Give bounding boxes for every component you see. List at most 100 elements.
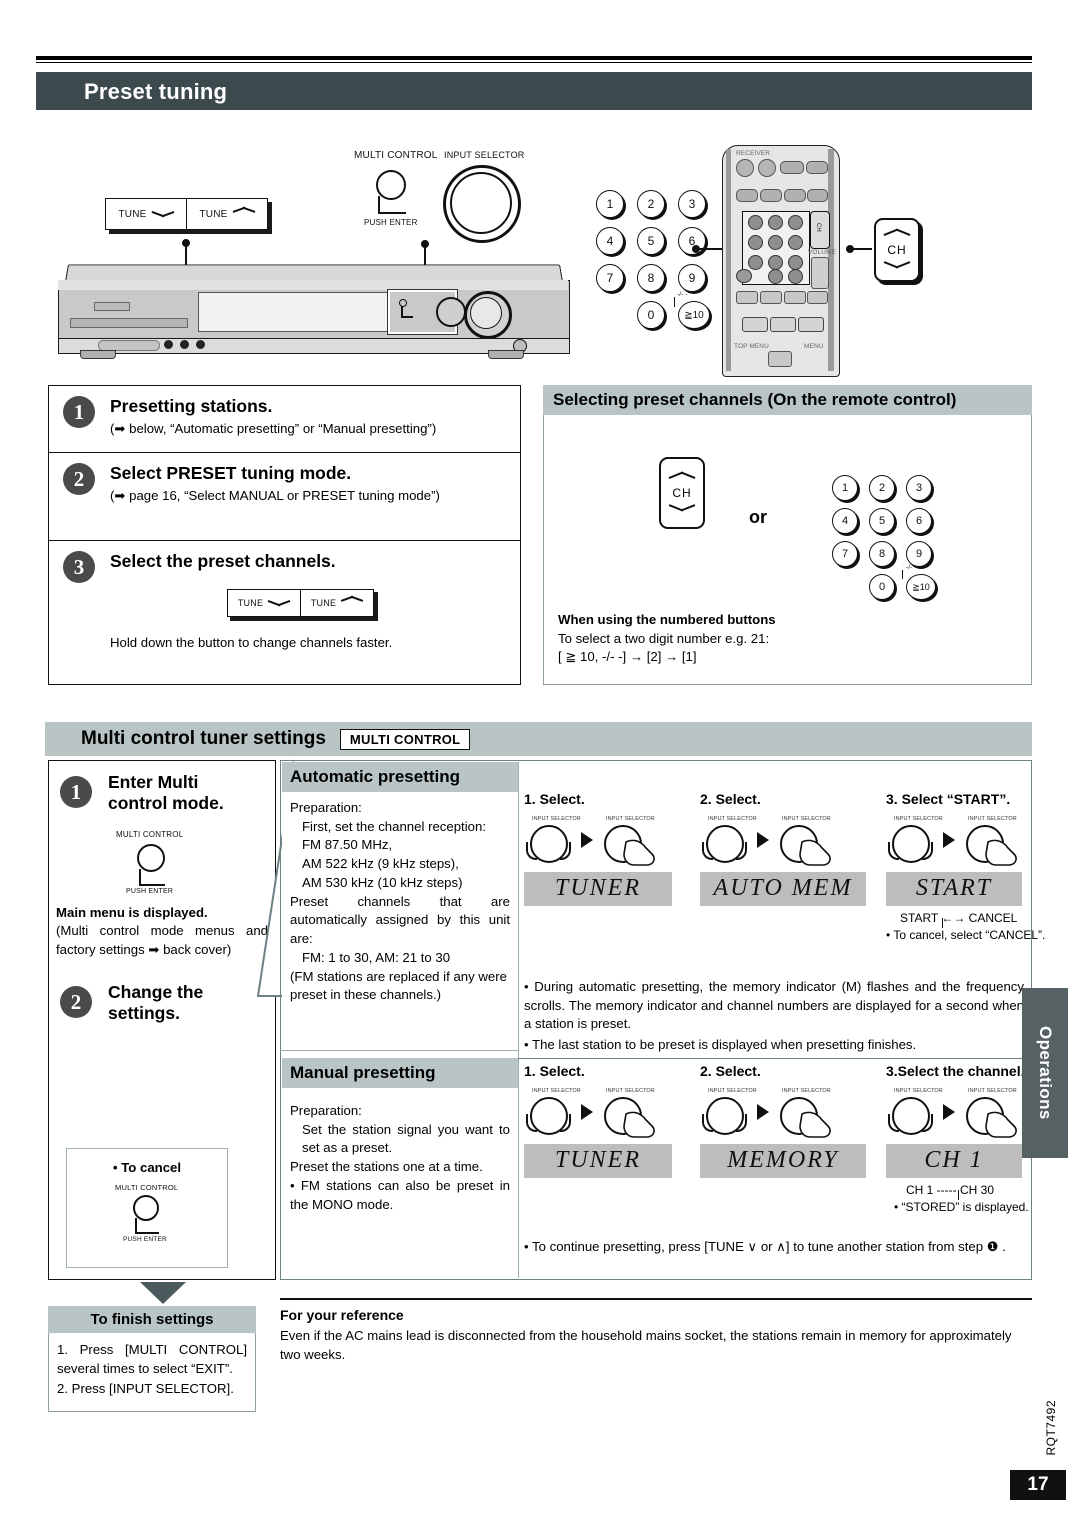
- knob-caption: INPUT SELECTOR: [782, 1087, 831, 1094]
- key-5[interactable]: 5: [637, 227, 665, 255]
- page-number: 17: [1010, 1470, 1066, 1500]
- display-ch-1: CH 1: [886, 1143, 1022, 1178]
- tune-buttons-callout: TUNE TUNE: [105, 198, 272, 234]
- mc-step-2: 2 Change the settings.: [50, 978, 274, 1038]
- arrow-right-icon: [943, 831, 955, 848]
- knob-caption: INPUT SELECTOR: [894, 1087, 943, 1094]
- arrow-right-icon: [757, 831, 769, 848]
- to-finish-item-2: 2. Press [INPUT SELECTOR].: [57, 1381, 234, 1397]
- key-4[interactable]: 4: [596, 227, 624, 255]
- tune-up-button[interactable]: TUNE: [187, 198, 268, 230]
- knob-caption: INPUT SELECTOR: [708, 815, 757, 822]
- reference-rule: [280, 1298, 1032, 1300]
- auto-body-2: FM: 1 to 30, AM: 21 to 30: [302, 949, 451, 965]
- hand-press-icon: [799, 839, 831, 866]
- chevron-up-icon: [884, 231, 910, 242]
- key-5[interactable]: 5: [869, 508, 895, 534]
- cancel-note: • To cancel, select “CANCEL”.: [886, 927, 1046, 942]
- chevron-up-icon: [669, 474, 695, 485]
- page-title-bar: Preset tuning: [36, 72, 1032, 110]
- key-2[interactable]: 2: [637, 190, 665, 218]
- display-auto-mem: AUTO MEM: [700, 871, 866, 906]
- hand-press-icon: [799, 1111, 831, 1138]
- to-cancel-knob-label: MULTI CONTROL: [115, 1183, 179, 1192]
- for-your-reference: For your reference Even if the AC mains …: [280, 1306, 1032, 1364]
- manual-prep-label: Preparation:: [290, 1103, 362, 1118]
- to-cancel-push-label: PUSH ENTER: [123, 1236, 167, 1243]
- knob-caption: INPUT SELECTOR: [968, 815, 1017, 822]
- step-number-badge: 1: [63, 396, 95, 428]
- panel-divider: [518, 762, 520, 1278]
- step-number-badge: 1: [60, 776, 92, 808]
- key-6[interactable]: 6: [906, 508, 932, 534]
- to-cancel-title: • To cancel: [112, 1160, 182, 1175]
- step-3-heading: Select the preset channels.: [110, 551, 336, 571]
- key-1[interactable]: 1: [596, 190, 624, 218]
- tune-up-button-step3[interactable]: TUNE: [301, 589, 374, 617]
- key-ten-or-more[interactable]: ≧10: [906, 574, 936, 600]
- numbered-buttons-note-line2: [ ≧ 10, -/- -] → [2] → [1]: [558, 649, 697, 665]
- knob-caption: INPUT SELECTOR: [968, 1087, 1017, 1094]
- knob-caption: INPUT SELECTOR: [708, 1087, 757, 1094]
- display-start: START: [886, 871, 1022, 906]
- key-4[interactable]: 4: [832, 508, 858, 534]
- leader-line: [850, 248, 872, 250]
- stored-note: • “STORED” is displayed.: [894, 1199, 1029, 1214]
- arrow-right-icon: [581, 1103, 593, 1120]
- tune-down-button-step3[interactable]: TUNE: [227, 589, 301, 617]
- step-1-sub: (➡ below, “Automatic presetting” or “Man…: [110, 421, 437, 437]
- numbered-buttons-note-line1: To select a two digit number e.g. 21:: [558, 630, 770, 646]
- arrow-right-icon: [943, 1103, 955, 1120]
- key-0[interactable]: 0: [637, 301, 665, 329]
- chevron-down-icon: [152, 209, 174, 219]
- knob-caption: INPUT SELECTOR: [606, 1087, 655, 1094]
- key-7[interactable]: 7: [832, 541, 858, 567]
- key-ten-or-more[interactable]: ≧10: [678, 301, 710, 329]
- doc-code: RQT7492: [1044, 1400, 1058, 1456]
- to-finish-settings-panel: To finish settings 1. Press [MULTI CONTR…: [48, 1306, 256, 1413]
- mc-step2-heading-line2: settings.: [108, 1003, 180, 1024]
- display-tuner-manual: TUNER: [524, 1143, 672, 1178]
- manual-presetting-steps: 1. Select. INPUT SELECTOR INPUT SELECTOR: [524, 1062, 1029, 1247]
- hand-press-icon: [985, 1111, 1017, 1138]
- top-rule-thin: [36, 62, 1032, 63]
- key-8[interactable]: 8: [869, 541, 895, 567]
- auto-body-3: (FM stations are replaced if any were pr…: [290, 968, 507, 1003]
- ch-rocker-callout-top[interactable]: CH: [874, 218, 920, 282]
- manual-step-2-label: 2. Select.: [700, 1063, 761, 1079]
- ch-label: CH: [887, 243, 907, 257]
- hand-press-icon: [985, 839, 1017, 866]
- manual-step-1-label: 1. Select.: [524, 1063, 585, 1079]
- reference-heading: For your reference: [280, 1307, 404, 1323]
- auto-note-1: • During automatic presetting, the memor…: [524, 979, 1024, 1032]
- key-1[interactable]: 1: [832, 475, 858, 501]
- arrow-right-icon: [581, 831, 593, 848]
- step-number-badge: 3: [63, 551, 95, 583]
- key-2[interactable]: 2: [869, 475, 895, 501]
- mc-step1-push-label: PUSH ENTER: [126, 888, 174, 895]
- auto-body-1: Preset channels that are automatically a…: [290, 893, 510, 947]
- tune-down-button[interactable]: TUNE: [105, 198, 187, 230]
- key-9[interactable]: 9: [678, 264, 706, 292]
- display-memory: MEMORY: [700, 1143, 866, 1178]
- chevron-down-icon: [884, 258, 910, 269]
- ch-rocker-remote[interactable]: CH: [659, 457, 705, 529]
- manual-presetting-heading: Manual presetting: [282, 1058, 518, 1088]
- step-row-2: 2 Select PRESET tuning mode. (➡ page 16,…: [49, 452, 520, 540]
- knob-caption: INPUT SELECTOR: [532, 815, 581, 822]
- mc-step1-bold: Main menu is displayed.: [56, 905, 208, 920]
- display-tuner: TUNER: [524, 871, 672, 906]
- side-tab-label: Operations: [1036, 1026, 1055, 1120]
- key-7[interactable]: 7: [596, 264, 624, 292]
- key-3[interactable]: 3: [906, 475, 932, 501]
- push-enter-foot: [378, 212, 406, 214]
- key-0[interactable]: 0: [869, 574, 895, 600]
- automatic-presetting-steps: 1. Select. INPUT SELECTOR INPUT SELECTOR: [524, 790, 1045, 975]
- hand-press-icon: [623, 839, 655, 866]
- auto-step-2-label: 2. Select.: [700, 791, 761, 807]
- input-selector-callout-label: INPUT SELECTOR: [444, 150, 525, 160]
- receiver-front-panel-illustration: [58, 258, 570, 368]
- key-3[interactable]: 3: [678, 190, 706, 218]
- key-8[interactable]: 8: [637, 264, 665, 292]
- auto-note-2: • The last station to be preset is displ…: [524, 1037, 917, 1053]
